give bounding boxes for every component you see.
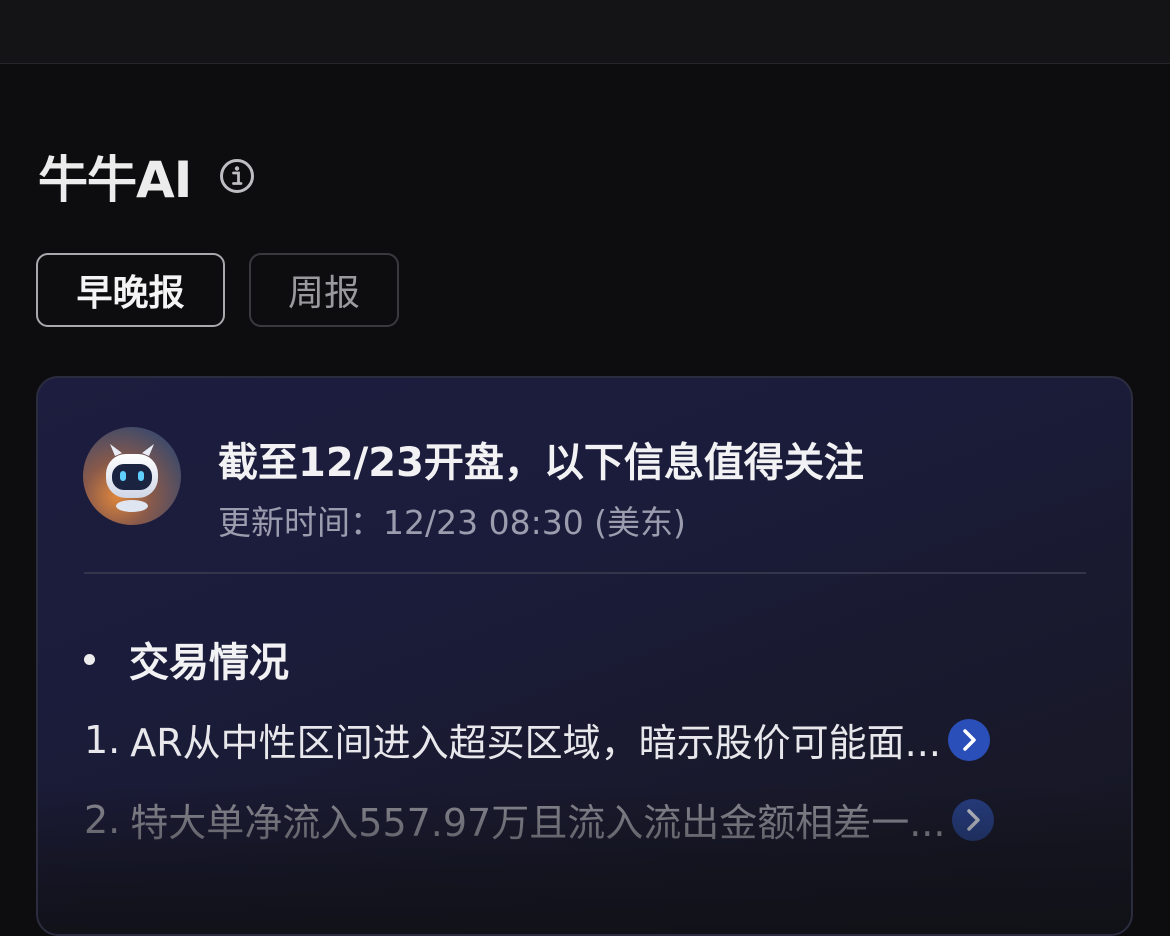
news-item-text: AR从中性区间进入超买区域，暗示股价可能面... [130,721,941,765]
bullet-dot [84,653,95,665]
chevron-right-icon[interactable] [947,718,991,762]
bullet-heading: 交易情况 [84,630,289,688]
card-title: 截至12/23开盘，以下信息值得关注 [218,440,864,486]
tab-weekly-report[interactable]: 周报 [249,253,399,327]
info-circle-icon[interactable] [219,158,255,194]
top-bar [0,0,1170,64]
news-item-number: 1. [84,717,121,762]
ai-report-card: 截至12/23开盘，以下信息值得关注 更新时间：12/23 08:30 (美东)… [36,376,1133,936]
robot-avatar-icon [83,427,181,525]
section-header: 牛牛AI [38,140,255,212]
divider [84,572,1086,574]
tab-daily-report[interactable]: 早晚报 [36,253,225,327]
update-time: 更新时间：12/23 08:30 (美东) [218,503,686,542]
news-item-number: 2. [84,797,121,842]
chevron-right-icon[interactable] [951,798,995,842]
news-item-text: 特大单净流入557.97万且流入流出金额相差一... [130,801,946,845]
news-item[interactable]: 1. AR从中性区间进入超买区域，暗示股价可能面... [84,712,991,767]
report-tabs: 早晚报 周报 [36,253,399,327]
bullet-heading-text: 交易情况 [129,640,289,686]
news-item[interactable]: 2. 特大单净流入557.97万且流入流出金额相差一... [84,792,995,847]
section-title: 牛牛AI [38,151,192,209]
